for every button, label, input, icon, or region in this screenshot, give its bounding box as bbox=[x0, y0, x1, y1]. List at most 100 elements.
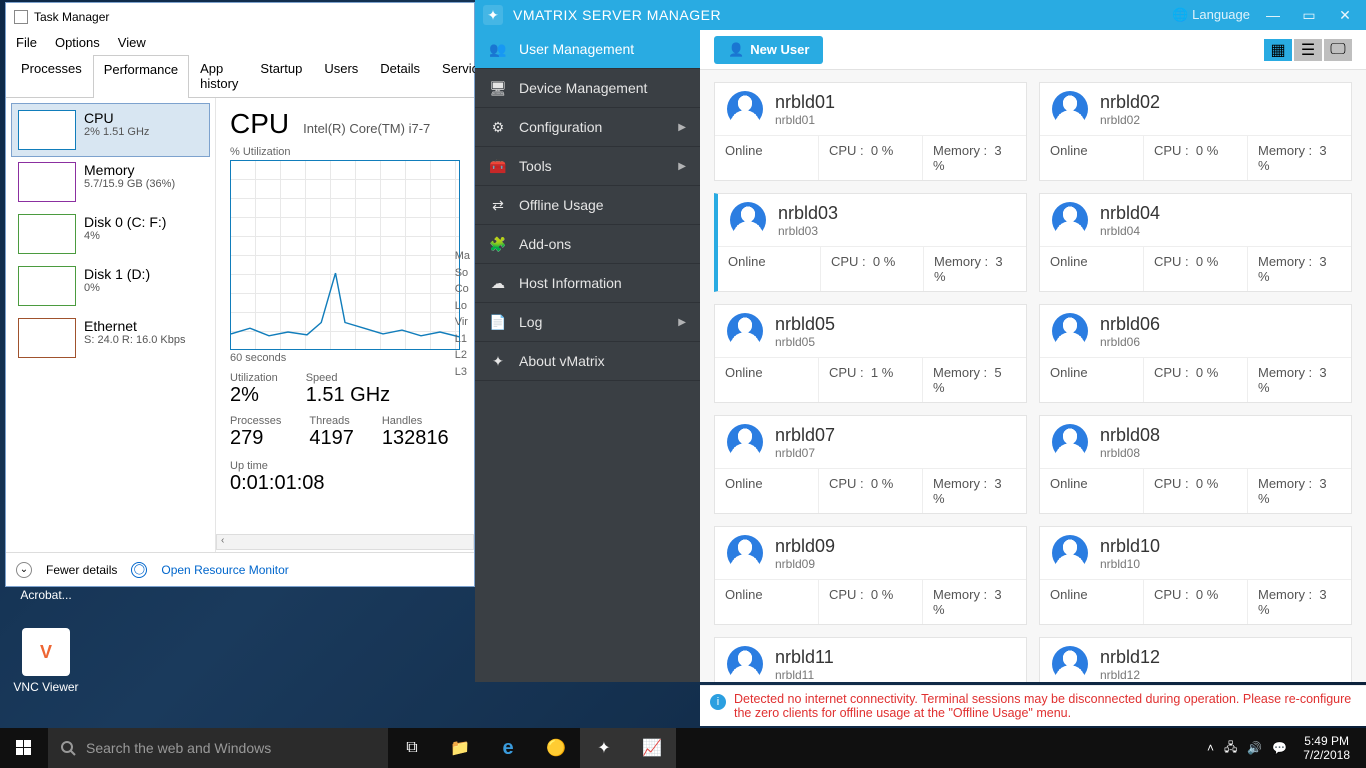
resource-monitor-icon[interactable]: ◯ bbox=[131, 562, 147, 578]
taskbar-taskmgr-icon[interactable]: 📈 bbox=[628, 728, 676, 768]
chevron-right-icon: ▶ bbox=[678, 317, 686, 328]
user-card[interactable]: nrbld07nrbld07OnlineCPU : 0 %Memory : 3 … bbox=[714, 415, 1027, 514]
tray-chevron-icon[interactable]: ˄ bbox=[1207, 741, 1214, 755]
nav-device-management[interactable]: 🖥Device Management bbox=[475, 69, 700, 108]
performance-main: CPU Intel(R) Core(TM) i7-7 % Utilization… bbox=[216, 98, 474, 552]
language-selector[interactable]: 🌐 Language bbox=[1172, 7, 1250, 23]
taskbar-vmatrix-icon[interactable]: ✦ bbox=[580, 728, 628, 768]
start-button[interactable] bbox=[0, 728, 48, 768]
taskbar-chrome-icon[interactable]: 🟡 bbox=[532, 728, 580, 768]
vmatrix-titlebar[interactable]: ✦ VMATRIX SERVER MANAGER 🌐 Language — ▭ … bbox=[475, 0, 1366, 30]
user-card[interactable]: nrbld02nrbld02OnlineCPU : 0 %Memory : 3 … bbox=[1039, 82, 1352, 181]
nav-configuration[interactable]: ⚙Configuration▶ bbox=[475, 108, 700, 147]
fewer-details-link[interactable]: Fewer details bbox=[46, 563, 117, 577]
view-list-button[interactable]: ☰ bbox=[1294, 39, 1322, 61]
sidebar-item-d1[interactable]: Disk 1 (D:)0% bbox=[12, 260, 209, 312]
mem-thumb-icon bbox=[18, 162, 76, 202]
graph-label: % Utilization bbox=[230, 146, 460, 158]
tray-volume-icon[interactable]: 🔊 bbox=[1247, 741, 1262, 755]
task-manager-tabs: ProcessesPerformanceApp historyStartupUs… bbox=[6, 54, 474, 98]
view-monitor-button[interactable]: 🖵 bbox=[1324, 39, 1352, 61]
user-card[interactable]: nrbld11nrbld11OnlineCPU : 0 %Memory : 3 … bbox=[714, 637, 1027, 682]
user-cpu: CPU : 0 % bbox=[821, 247, 924, 291]
tray-network-icon[interactable]: 🖧 bbox=[1224, 738, 1237, 759]
user-memory: Memory : 3 % bbox=[924, 247, 1026, 291]
user-memory: Memory : 3 % bbox=[1248, 136, 1351, 180]
tray-notifications-icon[interactable]: 💬 bbox=[1272, 741, 1287, 755]
minimize-button[interactable]: — bbox=[1260, 7, 1286, 23]
tab-processes[interactable]: Processes bbox=[10, 54, 93, 97]
user-avatar-icon bbox=[727, 646, 763, 682]
tab-performance[interactable]: Performance bbox=[93, 55, 189, 98]
user-card[interactable]: nrbld09nrbld09OnlineCPU : 0 %Memory : 3 … bbox=[714, 526, 1027, 625]
taskbar-clock[interactable]: 5:49 PM 7/2/2018 bbox=[1297, 734, 1356, 763]
collapse-icon[interactable]: ⌄ bbox=[16, 562, 32, 578]
menu-options[interactable]: Options bbox=[55, 35, 100, 50]
nav-add-ons[interactable]: 🧩Add-ons bbox=[475, 225, 700, 264]
user-cpu: CPU : 0 % bbox=[819, 136, 923, 180]
nav-about-vmatrix[interactable]: ✦About vMatrix bbox=[475, 342, 700, 381]
open-resource-monitor-link[interactable]: Open Resource Monitor bbox=[161, 563, 288, 577]
nav-offline-usage[interactable]: ⇄Offline Usage bbox=[475, 186, 700, 225]
taskbar-ie-icon[interactable]: e bbox=[484, 728, 532, 768]
d0-thumb-icon bbox=[18, 214, 76, 254]
user-avatar-icon bbox=[1052, 424, 1088, 460]
cpu-thumb-icon bbox=[18, 110, 76, 150]
user-card[interactable]: nrbld06nrbld06OnlineCPU : 0 %Memory : 3 … bbox=[1039, 304, 1352, 403]
user-cpu: CPU : 0 % bbox=[1144, 136, 1248, 180]
menu-view[interactable]: View bbox=[118, 35, 146, 50]
desktop-icon-vnc[interactable]: V VNC Viewer bbox=[8, 628, 84, 694]
user-card[interactable]: nrbld12nrbld12OnlineCPU : 1 %Memory : 3 … bbox=[1039, 637, 1352, 682]
user-status: Online bbox=[715, 136, 819, 180]
user-status: Online bbox=[1040, 358, 1144, 402]
user-avatar-icon bbox=[1052, 202, 1088, 238]
user-card[interactable]: nrbld03nrbld03OnlineCPU : 0 %Memory : 3 … bbox=[714, 193, 1027, 292]
task-manager-titlebar[interactable]: Task Manager bbox=[6, 3, 474, 31]
user-card[interactable]: nrbld08nrbld08OnlineCPU : 0 %Memory : 3 … bbox=[1039, 415, 1352, 514]
tab-details[interactable]: Details bbox=[369, 54, 431, 97]
cpu-extra-labels: MaSoCoLoVirL1L2L3 bbox=[455, 248, 470, 380]
sidebar-item-eth[interactable]: EthernetS: 24.0 R: 16.0 Kbps bbox=[12, 312, 209, 364]
horizontal-scrollbar[interactable]: ‹ bbox=[216, 534, 474, 550]
vmatrix-toolbar: 👤 New User ▦ ☰ 🖵 bbox=[700, 30, 1366, 70]
desktop-icon-acrobat[interactable]: Acrobat... bbox=[8, 588, 84, 602]
user-card[interactable]: nrbld05nrbld05OnlineCPU : 1 %Memory : 5 … bbox=[714, 304, 1027, 403]
sidebar-item-d0[interactable]: Disk 0 (C: F:)4% bbox=[12, 208, 209, 260]
view-cards-button[interactable]: ▦ bbox=[1264, 39, 1292, 61]
close-button[interactable]: ✕ bbox=[1332, 7, 1358, 24]
nav-tools[interactable]: 🧰Tools▶ bbox=[475, 147, 700, 186]
user-status: Online bbox=[1040, 247, 1144, 291]
sidebar-item-cpu[interactable]: CPU2% 1.51 GHz bbox=[12, 104, 209, 156]
maximize-button[interactable]: ▭ bbox=[1296, 7, 1322, 24]
tab-startup[interactable]: Startup bbox=[249, 54, 313, 97]
user-card[interactable]: nrbld01nrbld01OnlineCPU : 0 %Memory : 3 … bbox=[714, 82, 1027, 181]
uptime-value: 0:01:01:08 bbox=[230, 472, 460, 495]
task-view-button[interactable]: ⧉ bbox=[388, 728, 436, 768]
vmatrix-title: VMATRIX SERVER MANAGER bbox=[513, 7, 721, 23]
search-box[interactable]: Search the web and Windows bbox=[48, 728, 388, 768]
user-sub: nrbld07 bbox=[775, 446, 835, 460]
user-status: Online bbox=[715, 580, 819, 624]
new-user-button[interactable]: 👤 New User bbox=[714, 36, 823, 64]
user-name: nrbld06 bbox=[1100, 314, 1160, 335]
user-name: nrbld03 bbox=[778, 203, 838, 224]
sidebar-item-mem[interactable]: Memory5.7/15.9 GB (36%) bbox=[12, 156, 209, 208]
user-cpu: CPU : 0 % bbox=[1144, 358, 1248, 402]
taskbar-explorer-icon[interactable]: 📁 bbox=[436, 728, 484, 768]
nav-log[interactable]: 📄Log▶ bbox=[475, 303, 700, 342]
tab-users[interactable]: Users bbox=[313, 54, 369, 97]
user-card[interactable]: nrbld10nrbld10OnlineCPU : 0 %Memory : 3 … bbox=[1039, 526, 1352, 625]
user-sub: nrbld08 bbox=[1100, 446, 1160, 460]
nav-host-information[interactable]: ☁Host Information bbox=[475, 264, 700, 303]
user-card[interactable]: nrbld04nrbld04OnlineCPU : 0 %Memory : 3 … bbox=[1039, 193, 1352, 292]
nav-user-management[interactable]: 👥User Management bbox=[475, 30, 700, 69]
user-sub: nrbld04 bbox=[1100, 224, 1160, 238]
system-tray: ˄ 🖧 🔊 💬 5:49 PM 7/2/2018 bbox=[1197, 728, 1366, 768]
offline-icon: ⇄ bbox=[489, 196, 507, 214]
user-sub: nrbld09 bbox=[775, 557, 835, 571]
menu-file[interactable]: File bbox=[16, 35, 37, 50]
tab-app-history[interactable]: App history bbox=[189, 54, 249, 97]
user-avatar-icon bbox=[727, 91, 763, 127]
user-name: nrbld05 bbox=[775, 314, 835, 335]
user-status: Online bbox=[1040, 469, 1144, 513]
